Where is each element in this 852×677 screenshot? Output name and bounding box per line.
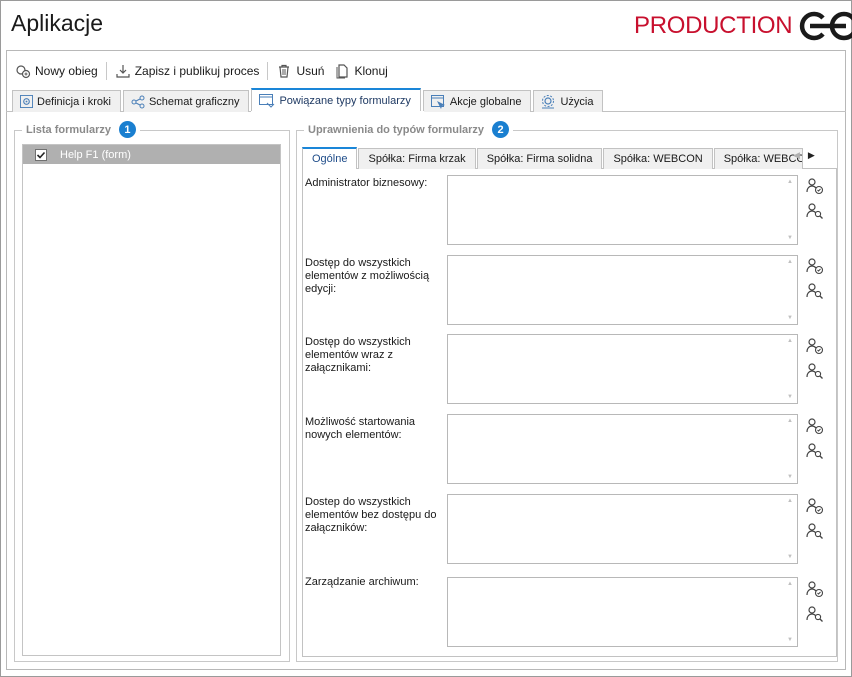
brand-logo: PRODUCTION (634, 8, 852, 44)
copy-icon (336, 64, 349, 79)
user-select-icon[interactable] (806, 497, 824, 515)
tab-usage-label: Użycia (560, 95, 594, 108)
form-checkbox[interactable] (35, 148, 47, 161)
scroll-left-icon[interactable]: ◀ (793, 150, 800, 161)
toolbar-separator (267, 62, 269, 80)
delete-button[interactable]: Usuń (271, 60, 329, 82)
diagram-icon (131, 95, 145, 108)
trash-icon (279, 64, 290, 78)
perm-field-no-attachments[interactable]: ▲ ▼ (447, 494, 798, 564)
tab-diagram-label: Schemat graficzny (148, 95, 240, 108)
scroll-right-icon[interactable]: ▶ (808, 150, 815, 161)
new-workflow-label: Nowy obieg (35, 64, 98, 78)
scroll-up-icon: ▲ (787, 418, 793, 424)
scroll-up-icon: ▲ (787, 498, 793, 504)
perm-field-attachments[interactable]: ▲ ▼ (447, 334, 798, 404)
scroll-down-icon: ▼ (787, 554, 793, 560)
tab-general[interactable]: Ogólne (302, 147, 358, 169)
perm-label-business-admin: Administrator biznesowy: (305, 177, 428, 189)
scroll-down-icon: ▼ (787, 474, 793, 480)
list-item[interactable]: Help F1 (form) (23, 145, 280, 164)
permissions-title: Uprawnienia do typów formularzy (308, 123, 485, 136)
scroll-up-icon: ▲ (787, 179, 793, 185)
new-workflow-button[interactable]: Nowy obieg (10, 60, 103, 82)
perm-label-edit-all: Dostęp do wszystkich elementów z możliwo… (305, 257, 430, 295)
perm-field-archive[interactable]: ▲ ▼ (447, 577, 798, 647)
brand-mark-icon (800, 11, 852, 41)
save-publish-label: Zapisz i publikuj proces (134, 64, 260, 78)
save-publish-icon (116, 65, 130, 78)
user-search-icon[interactable] (806, 362, 824, 380)
user-search-icon[interactable] (806, 202, 824, 220)
user-search-icon[interactable] (806, 605, 824, 623)
save-publish-button[interactable]: Zapisz i publikuj proces (110, 60, 265, 82)
new-workflow-icon (16, 65, 31, 79)
usage-icon (542, 94, 555, 108)
user-select-icon[interactable] (806, 257, 824, 275)
user-select-icon[interactable] (806, 417, 824, 435)
perm-field-start-new[interactable]: ▲ ▼ (447, 414, 798, 484)
clone-button[interactable]: Klonuj (329, 60, 392, 82)
tab-global-actions-label: Akcje globalne (449, 95, 522, 108)
tab-form-types[interactable]: Powiązane typy formularzy (251, 88, 421, 112)
forms-list-title: Lista formularzy (26, 123, 111, 136)
user-select-icon[interactable] (806, 337, 824, 355)
perm-label-attachments: Dostęp do wszystkich elementów wraz z za… (305, 336, 411, 374)
tab-company-webcon[interactable]: Spółka: WEBCON (603, 148, 713, 169)
gear-icon (20, 95, 33, 108)
toolbar: Nowy obieg Zapisz i publikuj proces Usuń… (10, 60, 393, 82)
tab-company-krzak[interactable]: Spółka: Firma krzak (358, 148, 476, 169)
user-select-icon[interactable] (806, 177, 824, 195)
step-badge-1: 1 (118, 121, 136, 138)
tab-company-webcon-2[interactable]: Spółka: WEBCON (713, 148, 803, 169)
tab-diagram[interactable]: Schemat graficzny (122, 90, 250, 112)
tab-definition-label: Definicja i kroki (37, 95, 111, 108)
scroll-down-icon: ▼ (787, 637, 793, 643)
main-tabs: Definicja i kroki Schemat graficzny Powi… (12, 88, 605, 112)
scroll-up-icon: ▲ (787, 259, 793, 265)
clone-label: Klonuj (354, 64, 388, 78)
tab-scroll-arrows: ◀ ▶ (793, 150, 815, 161)
perm-label-no-attachments: Dostep do wszystkich elementów bez dostę… (305, 496, 437, 534)
tab-definition[interactable]: Definicja i kroki (12, 90, 121, 112)
brand-text: PRODUCTION (634, 12, 793, 39)
forms-list: Help F1 (form) (22, 144, 281, 656)
forms-list-legend: Lista formularzy 1 (22, 121, 140, 138)
scroll-up-icon: ▲ (787, 338, 793, 344)
user-search-icon[interactable] (806, 522, 824, 540)
toolbar-separator (105, 62, 107, 80)
company-tabs: Ogólne Spółka: Firma krzak Spółka: Firma… (302, 147, 804, 169)
scroll-up-icon: ▲ (787, 581, 793, 587)
actions-icon (430, 94, 445, 109)
active-tab-gap (251, 111, 424, 112)
delete-label: Usuń (296, 64, 325, 78)
perm-label-archive: Zarządzanie archiwum: (305, 576, 419, 588)
checkmark-icon (36, 151, 46, 159)
form-item-label: Help F1 (form) (60, 148, 131, 161)
user-search-icon[interactable] (806, 442, 824, 460)
tab-global-actions[interactable]: Akcje globalne (422, 90, 532, 112)
permissions-legend: Uprawnienia do typów formularzy 2 (304, 121, 514, 138)
tab-company-solidna[interactable]: Spółka: Firma solidna (476, 148, 603, 169)
perm-label-start-new: Możliwość startowania nowych elementów: (305, 416, 416, 441)
scroll-down-icon: ▼ (787, 235, 793, 241)
tab-form-types-label: Powiązane typy formularzy (279, 95, 411, 107)
scroll-down-icon: ▼ (787, 315, 793, 321)
perm-field-business-admin[interactable]: ▲ ▼ (447, 175, 798, 245)
tab-usage[interactable]: Użycia (533, 90, 604, 112)
scroll-down-icon: ▼ (787, 394, 793, 400)
perm-field-edit-all[interactable]: ▲ ▼ (447, 255, 798, 325)
step-badge-2: 2 (492, 121, 510, 138)
form-types-icon (259, 94, 275, 108)
page-title: Aplikacje (11, 10, 104, 36)
user-search-icon[interactable] (806, 282, 824, 300)
user-select-icon[interactable] (806, 580, 824, 598)
